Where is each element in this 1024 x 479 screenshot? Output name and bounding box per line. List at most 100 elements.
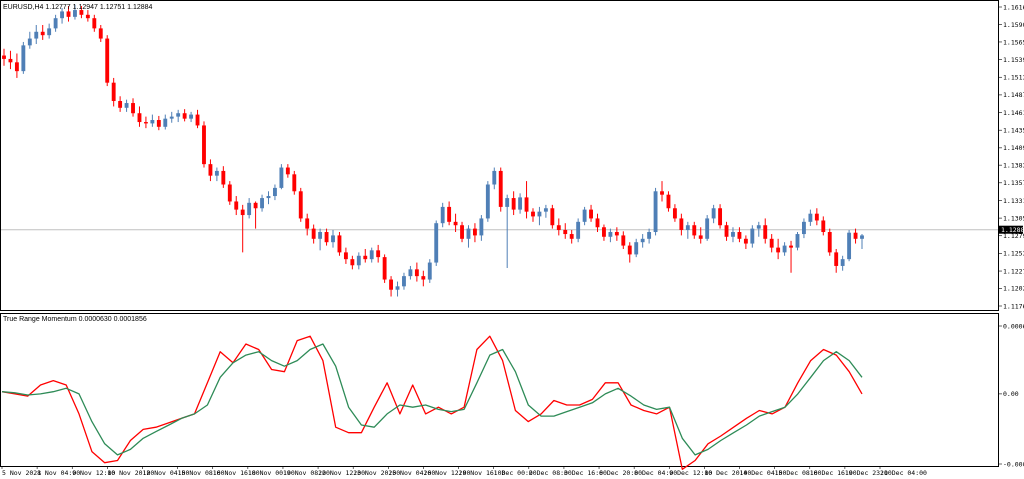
candle-body (350, 259, 355, 266)
candle-body (66, 11, 71, 17)
candle-body (227, 184, 232, 202)
candle-body (337, 235, 342, 253)
candle-body (608, 232, 613, 237)
candle-body (408, 269, 413, 277)
price-panel-header: EURUSD,H4 1.12777 1.12947 1.12751 1.1288… (3, 4, 153, 11)
candle-body (195, 114, 200, 126)
candle-body (640, 238, 645, 243)
candle-body (827, 232, 832, 253)
candle-body (731, 232, 735, 237)
price-tick-label: 1.13315 (1003, 197, 1024, 205)
momentum-slow-line (1, 343, 863, 456)
candle-body (124, 103, 129, 108)
candle-body (634, 242, 639, 255)
candle-body (260, 198, 264, 209)
candle-body (672, 208, 677, 219)
candle-body (814, 213, 819, 221)
candle-body (718, 208, 723, 226)
candle-body (737, 232, 742, 239)
candle-body (505, 198, 510, 207)
candle-body (208, 164, 213, 176)
candle-body (27, 38, 32, 46)
price-tick-label: 1.15650 (1003, 38, 1024, 46)
candle-body (47, 28, 52, 36)
candle-body (653, 191, 658, 233)
candle-body (492, 170, 497, 185)
candles-layer (2, 4, 864, 297)
candle-body (821, 220, 826, 233)
candle-body (98, 28, 103, 39)
candle-body (563, 229, 568, 235)
candle-body (853, 232, 858, 239)
candle-body (214, 170, 219, 176)
candle-body (789, 245, 793, 248)
chart-canvas: 1.16165 1.15905 1.15650 1.15390 1.15130 1.148… (0, 0, 1024, 477)
candle-body (763, 225, 768, 239)
candle-body (234, 201, 239, 210)
price-tick-label: 1.12020 (1003, 285, 1024, 293)
candle-body (402, 276, 406, 287)
candle-body (524, 197, 529, 212)
indicator-tick-label: -0.000632 (1003, 460, 1024, 468)
indicator-panel-header: True Range Momentum 0.0000630 0.0001856 (3, 316, 147, 323)
candle-body (479, 218, 484, 236)
candle-body (595, 218, 600, 228)
price-tick-label: 1.15905 (1003, 21, 1024, 29)
candle-body (169, 116, 174, 119)
candle-body (421, 276, 426, 280)
candle-body (305, 218, 310, 229)
candle-body (685, 225, 690, 230)
candle-body (266, 196, 271, 199)
candle-body (253, 202, 258, 209)
candle-body (692, 225, 697, 236)
candle-body (53, 18, 58, 29)
indicator-tick-label: 0.000612 (1003, 322, 1024, 330)
candle-body (666, 194, 671, 209)
candle-body (2, 55, 6, 59)
candle-body (285, 167, 290, 175)
candle-body (369, 250, 374, 260)
candle-body (847, 232, 852, 260)
candle-body (569, 234, 574, 239)
candle-body (537, 211, 542, 217)
price-tick-label: 1.16165 (1003, 3, 1024, 11)
candle-body (118, 101, 123, 108)
candle-body (156, 120, 161, 127)
candle-body (679, 218, 684, 230)
candle-body (705, 218, 710, 239)
candle-body (808, 213, 813, 222)
candle-body (247, 202, 252, 216)
candle-body (376, 250, 381, 258)
price-tick-label: 1.13835 (1003, 161, 1024, 169)
candle-body (750, 228, 755, 244)
candle-body (698, 235, 703, 239)
indicator-lines-layer (1, 335, 863, 470)
candle-body (273, 187, 277, 197)
candle-body (776, 247, 781, 253)
candle-body (414, 269, 419, 277)
candle-body (472, 228, 477, 236)
candle-body (860, 235, 864, 239)
candle-body (356, 255, 361, 266)
candle-body (795, 234, 800, 248)
candle-body (363, 255, 368, 260)
candle-body (589, 209, 593, 219)
candle-body (498, 170, 503, 207)
price-tick-label: 1.13055 (1003, 214, 1024, 222)
price-axis: 1.16165 1.15905 1.15650 1.15390 1.15130 1.148… (998, 3, 1024, 310)
candle-body (34, 31, 39, 39)
time-tick-label: 21 Dec 04:00 (880, 469, 927, 477)
candle-body (614, 232, 619, 236)
candle-body (343, 252, 348, 260)
candle-body (627, 245, 632, 255)
candle-body (556, 225, 561, 230)
price-panel-frame (0, 0, 999, 311)
candle-body (531, 211, 535, 217)
candle-body (60, 11, 64, 19)
price-tick-label: 1.14090 (1003, 144, 1024, 152)
candle-body (163, 118, 168, 127)
candle-body (202, 125, 206, 165)
candle-body (318, 232, 323, 239)
price-tick-label: 1.15130 (1003, 74, 1024, 82)
price-tick-label: 1.12275 (1003, 267, 1024, 275)
